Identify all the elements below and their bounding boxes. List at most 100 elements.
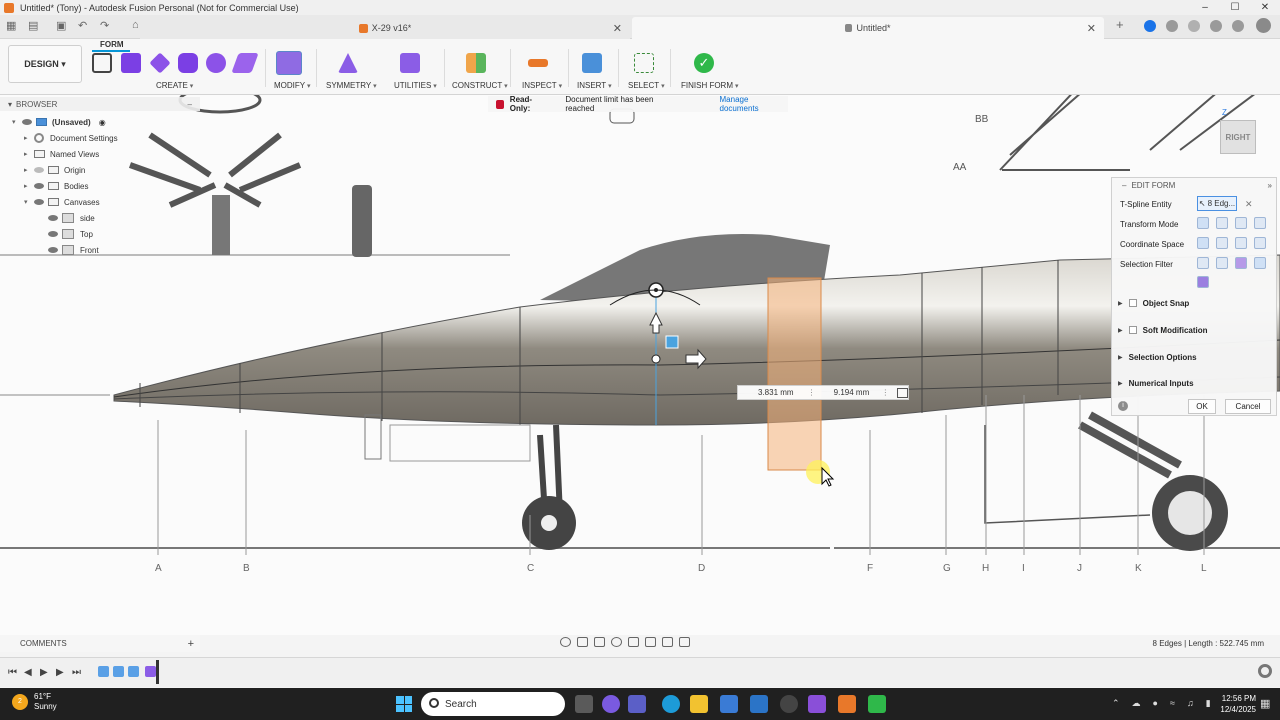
- soft-modification-section[interactable]: ▶ Soft Modification: [1118, 323, 1208, 337]
- browser-item-canvas-top[interactable]: Top: [48, 227, 93, 241]
- clear-selection-icon[interactable]: ✕: [1245, 199, 1253, 210]
- extensions-icon[interactable]: [1144, 20, 1156, 32]
- edit-form-header[interactable]: – EDIT FORM »: [1112, 178, 1276, 192]
- ok-button[interactable]: OK: [1188, 399, 1216, 414]
- workspace-switcher[interactable]: DESIGN ▾: [8, 45, 82, 83]
- timeline-play-icon[interactable]: ▶: [40, 667, 48, 678]
- utilities-icon[interactable]: [400, 53, 420, 73]
- face-filter-icon[interactable]: [1235, 257, 1247, 269]
- body-filter-icon[interactable]: [1197, 276, 1209, 288]
- teams-icon[interactable]: [628, 695, 646, 713]
- create-sketch-icon[interactable]: [92, 53, 112, 73]
- translate-icon[interactable]: [1216, 217, 1228, 229]
- browser-item-root[interactable]: ▾ (Unsaved) ◉: [12, 115, 106, 129]
- online-icon[interactable]: [1188, 20, 1200, 32]
- look-at-icon[interactable]: [577, 637, 588, 647]
- visibility-eye-icon[interactable]: [48, 247, 58, 253]
- modify-menu[interactable]: MODIFY: [274, 81, 311, 90]
- timeline-canvas-feature-icon[interactable]: [98, 666, 109, 677]
- notification-center-icon[interactable]: ▦: [1260, 697, 1270, 710]
- close-window-button[interactable]: ✕: [1250, 0, 1280, 15]
- visibility-eye-hidden-icon[interactable]: [34, 167, 44, 173]
- copilot-icon[interactable]: [602, 695, 620, 713]
- clock[interactable]: 12:56 PM 12/4/2025: [1212, 693, 1256, 715]
- viewports-icon[interactable]: [679, 637, 690, 647]
- dimension-input-1[interactable]: 3.831 mm: [758, 388, 808, 397]
- browser-item-canvas-side[interactable]: side: [48, 211, 95, 225]
- fusion-taskbar-icon[interactable]: [838, 695, 856, 713]
- browser-item-bodies[interactable]: ▸ Bodies: [24, 179, 88, 193]
- expand-triangle-icon[interactable]: ▶: [1118, 380, 1123, 387]
- manipulator-origin[interactable]: [651, 354, 661, 364]
- browser-collapse-icon[interactable]: ▾: [8, 100, 12, 109]
- cylinder-icon[interactable]: [178, 53, 198, 73]
- comments-panel[interactable]: COMMENTS +: [0, 635, 200, 652]
- object-snap-section[interactable]: ▶ Object Snap: [1118, 296, 1189, 310]
- multi-transform-icon[interactable]: [1197, 217, 1209, 229]
- rotate-icon[interactable]: [1235, 217, 1247, 229]
- tspline-entity-selector[interactable]: ↖ 8 Edg...: [1197, 196, 1237, 211]
- all-filter-icon[interactable]: [1254, 257, 1266, 269]
- browser-item-document-settings[interactable]: ▸ Document Settings: [24, 131, 118, 145]
- selection-options-section[interactable]: ▶ Selection Options: [1118, 350, 1197, 364]
- grid-settings-icon[interactable]: [662, 637, 673, 647]
- timeline-end-icon[interactable]: ⏭: [72, 667, 81, 678]
- expand-inputs-icon[interactable]: [897, 387, 908, 398]
- select-menu[interactable]: SELECT: [628, 81, 665, 90]
- finish-form-menu[interactable]: FINISH FORM: [681, 81, 738, 90]
- apps-grid-icon[interactable]: ▦: [6, 19, 16, 32]
- visibility-eye-icon[interactable]: [34, 183, 44, 189]
- measure-icon[interactable]: [528, 59, 548, 67]
- expand-arrow-icon[interactable]: ▾: [12, 118, 22, 126]
- timeline-forward-icon[interactable]: ▶: [56, 667, 64, 678]
- world-space-icon[interactable]: [1197, 237, 1209, 249]
- taskbar-search[interactable]: Search: [421, 692, 565, 716]
- panel-expand-icon[interactable]: »: [1268, 181, 1272, 190]
- display-settings-icon[interactable]: [645, 637, 656, 647]
- tab-untitled[interactable]: Untitled* ✕: [632, 17, 1104, 39]
- activate-radio-icon[interactable]: ◉: [99, 118, 106, 127]
- select-window-icon[interactable]: [634, 53, 654, 73]
- manipulator-plane-handle[interactable]: [665, 335, 679, 349]
- visibility-eye-icon[interactable]: [48, 231, 58, 237]
- dimension-input-2[interactable]: 9.194 mm: [834, 388, 882, 397]
- visibility-eye-icon[interactable]: [34, 199, 44, 205]
- visibility-eye-icon[interactable]: [48, 215, 58, 221]
- battery-icon[interactable]: ▮: [1206, 698, 1211, 709]
- notifications-bell-icon[interactable]: [1210, 20, 1222, 32]
- input-menu-icon[interactable]: ⋮: [881, 388, 889, 397]
- timeline-start-icon[interactable]: ⏮: [8, 667, 17, 678]
- file-menu-icon[interactable]: ▤: [28, 19, 38, 32]
- viewcube[interactable]: RIGHT: [1220, 120, 1256, 154]
- task-view-icon[interactable]: [575, 695, 593, 713]
- file-explorer-icon[interactable]: [690, 695, 708, 713]
- wifi-icon[interactable]: ≈: [1170, 698, 1175, 709]
- store-icon[interactable]: [720, 695, 738, 713]
- app-icon[interactable]: [808, 695, 826, 713]
- microphone-icon[interactable]: ●: [1153, 698, 1158, 709]
- browser-minimize-icon[interactable]: –: [188, 100, 192, 109]
- numerical-inputs-section[interactable]: ▶ Numerical Inputs: [1118, 376, 1194, 390]
- user-avatar[interactable]: [1256, 18, 1271, 33]
- sphere-icon[interactable]: [206, 53, 226, 73]
- tab-x29[interactable]: X-29 v16* ✕: [140, 17, 630, 39]
- save-icon[interactable]: ▣: [56, 19, 66, 32]
- undo-icon[interactable]: ↶: [78, 19, 87, 32]
- tray-overflow-icon[interactable]: ⌃: [1112, 698, 1120, 709]
- help-icon[interactable]: [1232, 20, 1244, 32]
- edge-browser-icon[interactable]: [662, 695, 680, 713]
- zoom-icon[interactable]: [611, 637, 622, 647]
- info-icon[interactable]: i: [1118, 401, 1128, 411]
- add-comment-icon[interactable]: +: [188, 638, 194, 650]
- insert-menu[interactable]: INSERT: [577, 81, 612, 90]
- object-snap-checkbox[interactable]: [1128, 299, 1137, 307]
- finish-form-check-icon[interactable]: ✓: [694, 53, 714, 73]
- close-tab-icon[interactable]: ✕: [1087, 22, 1096, 35]
- utilities-menu[interactable]: UTILITIES: [394, 81, 437, 90]
- create-menu[interactable]: CREATE: [156, 81, 193, 90]
- per-face-space-icon[interactable]: [1254, 237, 1266, 249]
- dell-icon[interactable]: [780, 695, 798, 713]
- expand-arrow-icon[interactable]: ▸: [24, 150, 34, 158]
- timeline-marker[interactable]: [156, 660, 159, 684]
- browser-item-named-views[interactable]: ▸ Named Views: [24, 147, 99, 161]
